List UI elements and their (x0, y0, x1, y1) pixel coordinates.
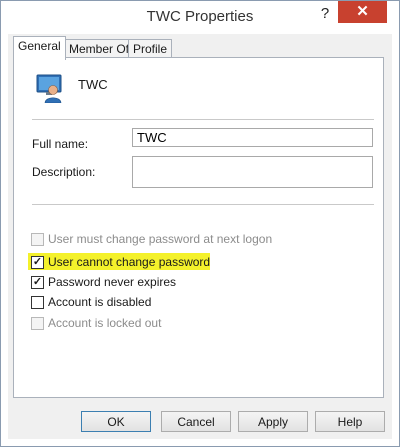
tab-member-of[interactable]: Member Of (64, 39, 135, 59)
close-button[interactable]: ✕ (338, 1, 387, 23)
checkbox-must-change-password[interactable] (31, 233, 44, 246)
divider (32, 119, 374, 121)
checkbox-account-locked-out[interactable] (31, 317, 44, 330)
option-label: User must change password at next logon (48, 232, 273, 246)
checkbox-password-never-expires[interactable]: ✓ (31, 276, 44, 289)
title-bar[interactable]: TWC Properties ? ✕ (1, 1, 399, 34)
apply-button[interactable]: Apply (238, 411, 308, 432)
checkbox-cannot-change-password[interactable]: ✓ (31, 256, 44, 269)
ok-button[interactable]: OK (81, 411, 151, 432)
description-field[interactable] (132, 156, 373, 188)
help-button[interactable]: Help (315, 411, 385, 432)
full-name-label: Full name: (32, 137, 89, 151)
divider (32, 204, 374, 206)
dialog-client: General Member Of Profile TWC Full name:… (8, 34, 392, 439)
help-title-button[interactable]: ? (314, 4, 336, 24)
full-name-field[interactable] (132, 128, 373, 147)
checkbox-account-disabled[interactable] (31, 296, 44, 309)
option-label: User cannot change password (48, 255, 211, 269)
option-label: Account is locked out (48, 316, 162, 330)
tab-general[interactable]: General (13, 36, 66, 60)
general-panel: TWC Full name: Description: User must ch… (13, 57, 384, 398)
tab-profile[interactable]: Profile (128, 39, 173, 59)
user-icon (36, 74, 62, 103)
description-label: Description: (32, 165, 96, 179)
cancel-button[interactable]: Cancel (161, 411, 231, 432)
option-label: Account is disabled (48, 295, 152, 309)
user-name: TWC (78, 77, 108, 92)
option-label: Password never expires (48, 275, 177, 289)
properties-window: TWC Properties ? ✕ General Member Of Pro… (0, 0, 400, 447)
